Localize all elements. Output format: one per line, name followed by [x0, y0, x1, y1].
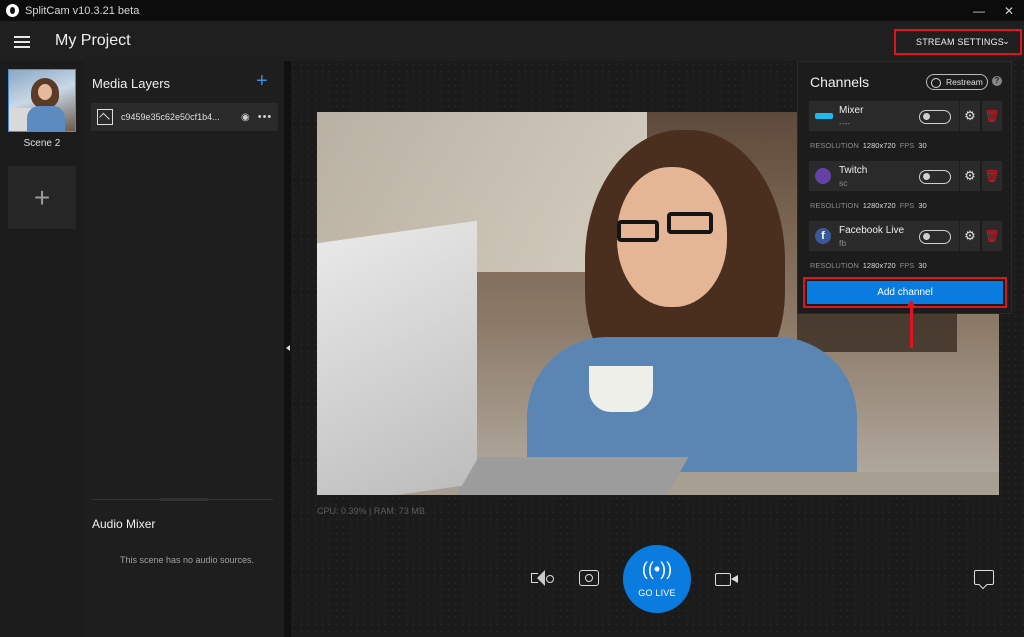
stream-settings-button[interactable]: STREAM SETTINGS ⌄: [894, 29, 1022, 55]
add-channel-highlight: Add channel: [803, 277, 1007, 308]
channel-toggle[interactable]: [919, 230, 951, 244]
media-layers-title: Media Layers: [92, 76, 171, 91]
twitch-logo-icon: [815, 168, 831, 184]
go-live-label: GO LIVE: [638, 588, 676, 598]
layer-item[interactable]: c9459e35c62e50cf1b4... ◉ •••: [91, 103, 278, 131]
minimize-button[interactable]: —: [964, 0, 994, 21]
more-icon[interactable]: •••: [258, 111, 273, 123]
performance-stats: CPU: 0.39% | RAM: 73 MB: [317, 506, 425, 516]
trash-icon[interactable]: 🗑: [982, 221, 1002, 251]
mixer-logo-icon: [815, 113, 833, 119]
scene-thumbnail[interactable]: [8, 69, 76, 132]
add-layer-button[interactable]: +: [256, 70, 268, 93]
record-video-icon[interactable]: [715, 573, 738, 586]
audio-mixer-title: Audio Mixer: [92, 517, 156, 531]
layer-name: c9459e35c62e50cf1b4...: [121, 112, 220, 122]
close-button[interactable]: ✕: [994, 0, 1024, 21]
image-icon: [97, 109, 113, 125]
hamburger-menu-icon[interactable]: [14, 36, 30, 48]
channel-resolution: RESOLUTION 1280x720 FPS 30: [810, 141, 927, 150]
resize-handle[interactable]: [160, 498, 208, 501]
channel-card-facebook-live[interactable]: f Facebook Live fb: [809, 221, 959, 251]
app-title: SplitCam v10.3.21 beta: [25, 4, 140, 17]
gear-icon[interactable]: ⚙: [960, 161, 980, 191]
help-icon[interactable]: ?: [992, 76, 1002, 86]
audio-empty-text: This scene has no audio sources.: [119, 555, 255, 565]
media-layers-panel: Media Layers + c9459e35c62e50cf1b4... ◉ …: [84, 61, 284, 637]
stream-settings-label: STREAM SETTINGS: [916, 37, 1005, 47]
trash-icon[interactable]: 🗑: [982, 101, 1002, 131]
channel-card-mixer[interactable]: Mixer ----: [809, 101, 959, 131]
collapse-arrow-icon[interactable]: [286, 345, 290, 351]
eye-icon[interactable]: ◉: [241, 112, 250, 123]
app-header: My Project STREAM SETTINGS ⌄: [0, 21, 1024, 61]
channel-resolution: RESOLUTION 1280x720 FPS 30: [810, 261, 927, 270]
channel-resolution: RESOLUTION 1280x720 FPS 30: [810, 201, 927, 210]
facebook-logo-icon: f: [815, 228, 831, 244]
project-title: My Project: [55, 32, 131, 49]
channel-name: Twitch: [839, 165, 868, 176]
annotation-arrow: [906, 300, 916, 348]
channel-toggle[interactable]: [919, 110, 951, 124]
go-live-button[interactable]: ((•)) GO LIVE: [623, 545, 691, 613]
gear-icon[interactable]: ⚙: [960, 101, 980, 131]
chat-icon[interactable]: [974, 570, 994, 585]
channel-name: Mixer: [839, 105, 864, 116]
channel-toggle[interactable]: [919, 170, 951, 184]
scene-label: Scene 2: [23, 138, 61, 149]
channels-title: Channels: [810, 74, 870, 90]
channel-card-twitch[interactable]: Twitch sc: [809, 161, 959, 191]
camera-snapshot-icon[interactable]: [579, 570, 599, 586]
restream-toggle[interactable]: Restream: [926, 74, 988, 90]
chevron-down-icon: ⌄: [1002, 36, 1010, 46]
trash-icon[interactable]: 🗑: [982, 161, 1002, 191]
window-controls: — ✕: [964, 0, 1024, 21]
title-bar: SplitCam v10.3.21 beta — ✕: [0, 0, 1024, 21]
mute-audio-button[interactable]: [531, 570, 557, 588]
channel-name: Facebook Live: [839, 225, 905, 236]
add-channel-button[interactable]: Add channel: [807, 281, 1003, 304]
channel-sub: ----: [839, 118, 851, 128]
add-scene-button[interactable]: +: [8, 166, 76, 229]
gear-icon[interactable]: ⚙: [960, 221, 980, 251]
channel-sub: fb: [839, 238, 847, 248]
channels-panel: Channels Restream ? Mixer ---- ⚙ 🗑 RESOL…: [797, 61, 1012, 314]
scenes-panel: Scene 2 +: [0, 61, 84, 637]
channel-sub: sc: [839, 178, 848, 188]
broadcast-icon: ((•)): [641, 559, 673, 579]
app-logo-icon: [6, 4, 19, 17]
